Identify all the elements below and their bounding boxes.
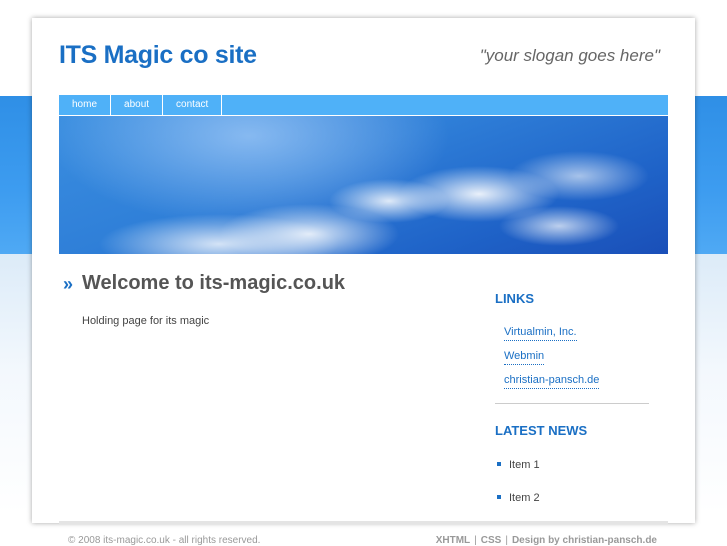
design-credit-link[interactable]: Design by christian-pansch.de	[512, 535, 657, 546]
page-container: ITS Magic co site "your slogan goes here…	[32, 18, 695, 523]
page-title: Welcome to its-magic.co.uk	[82, 272, 346, 294]
link-christian-pansch[interactable]: christian-pansch.de	[504, 374, 600, 389]
main-nav: home about contact	[59, 95, 668, 116]
bullet-icon	[497, 462, 501, 467]
title-arrow-icon: »	[63, 274, 74, 294]
links-heading: LINKS	[495, 291, 534, 306]
css-link[interactable]: CSS	[481, 535, 502, 546]
nav-item-about[interactable]: about	[111, 95, 164, 115]
link-virtualmin[interactable]: Virtualmin, Inc.	[504, 326, 577, 341]
footer-separator: |	[474, 535, 477, 546]
news-item-label: Item 2	[509, 492, 540, 504]
body-text: Holding page for its magic	[82, 315, 210, 327]
bullet-icon	[497, 495, 501, 500]
news-item-label: Item 1	[509, 459, 540, 471]
nav-item-contact[interactable]: contact	[163, 95, 223, 115]
news-heading: LATEST NEWS	[495, 423, 588, 438]
footer-separator: |	[505, 535, 508, 546]
footer-copyright: © 2008 its-magic.co.uk - all rights rese…	[68, 535, 261, 546]
link-webmin[interactable]: Webmin	[504, 350, 545, 365]
news-item: Item 1	[497, 459, 540, 471]
footer-links: XHTML | CSS | Design by christian-pansch.de	[436, 535, 657, 546]
news-item: Item 2	[497, 492, 540, 504]
header-sky-image	[59, 116, 668, 254]
site-title[interactable]: ITS Magic co site	[59, 41, 257, 70]
footer-divider	[59, 521, 668, 524]
sidebar-divider	[495, 403, 649, 404]
xhtml-link[interactable]: XHTML	[436, 535, 470, 546]
slogan: "your slogan goes here"	[479, 46, 660, 65]
nav-item-home[interactable]: home	[59, 95, 112, 115]
